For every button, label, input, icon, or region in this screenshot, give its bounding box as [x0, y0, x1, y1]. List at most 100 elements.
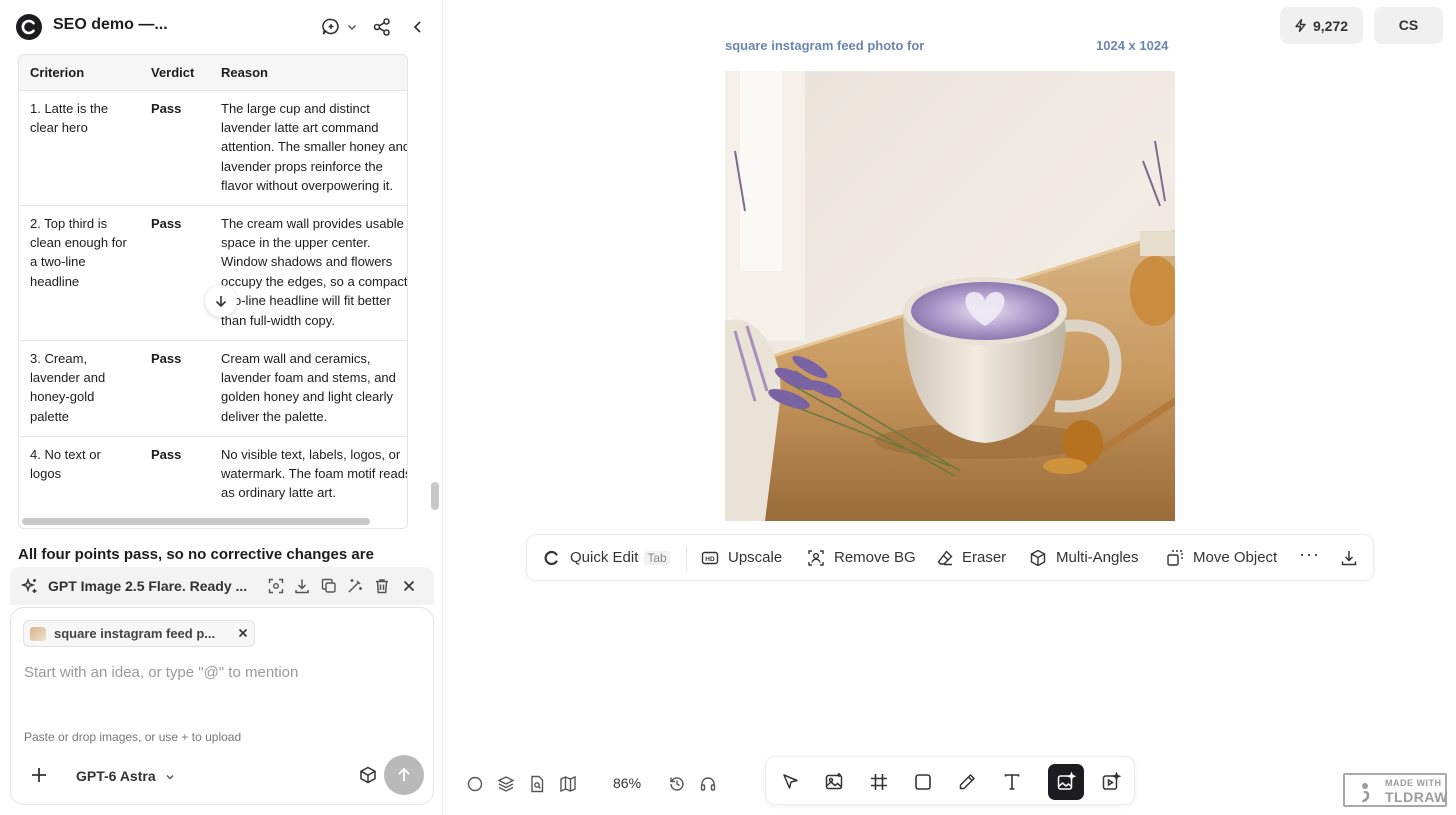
chevron-down-icon — [166, 775, 174, 780]
image-action-toolbar: Quick Edit Tab HD Upscale Remove BG Erase… — [526, 534, 1374, 581]
user-avatar[interactable]: CS — [1374, 7, 1443, 44]
verdict-cell: Pass — [140, 204, 210, 340]
cube-icon[interactable] — [358, 765, 378, 785]
attached-image-label: square instagram feed p... — [54, 626, 216, 641]
summary-text: All four points pass, so no corrective c… — [18, 546, 374, 563]
table-horizontal-scrollbar[interactable] — [22, 518, 370, 525]
toolbar-divider — [686, 546, 687, 571]
chat-header: SEO demo —... — [0, 0, 443, 54]
reason-cell: Cream wall and ceramics, lavender foam a… — [210, 339, 407, 436]
tab-shortcut-badge: Tab — [644, 551, 670, 565]
send-button[interactable] — [384, 755, 424, 795]
tldraw-logo-icon — [1353, 778, 1377, 804]
lightning-icon — [1295, 18, 1306, 33]
new-chat-icon[interactable] — [320, 16, 342, 38]
share-icon[interactable] — [371, 16, 393, 38]
generated-image[interactable] — [725, 71, 1175, 521]
tldraw-text: TLDRAW — [1385, 789, 1448, 805]
pencil-tool-icon[interactable] — [951, 766, 983, 798]
focus-image-icon[interactable] — [267, 577, 285, 595]
reason-cell: The large cup and distinct lavender latt… — [210, 89, 407, 205]
image-upload-tool-icon[interactable] — [818, 766, 850, 798]
prompt-input[interactable]: Start with an idea, or type "@" to menti… — [24, 664, 298, 681]
remove-background-icon — [807, 549, 825, 567]
verdict-cell: Pass — [140, 89, 210, 205]
select-tool-icon[interactable] — [774, 766, 806, 798]
upscale-button[interactable]: Upscale — [728, 549, 782, 566]
criterion-cell: 3. Cream, lavender and honey-gold palett… — [19, 339, 140, 436]
map-icon[interactable] — [559, 775, 577, 793]
reason-cell: No visible text, labels, logos, or water… — [210, 435, 407, 516]
multi-angles-icon — [1029, 549, 1047, 567]
verdict-cell: Pass — [140, 339, 210, 436]
download-icon[interactable] — [293, 577, 311, 595]
quick-edit-button[interactable]: Quick Edit Tab — [570, 549, 670, 566]
close-icon[interactable] — [400, 577, 418, 595]
ai-video-tool-icon[interactable] — [1095, 766, 1127, 798]
project-title[interactable]: SEO demo —... — [53, 16, 168, 34]
remove-attachment-icon[interactable] — [236, 626, 250, 640]
magic-wand-icon[interactable] — [346, 577, 364, 595]
prompt-composer[interactable]: square instagram feed p... Start with an… — [10, 607, 434, 805]
chevron-down-icon[interactable] — [345, 16, 359, 38]
model-selector[interactable]: GPT-6 Astra — [76, 768, 176, 784]
image-title[interactable]: square instagram feed photo for — [725, 38, 924, 53]
chat-vertical-scrollbar[interactable] — [431, 482, 439, 510]
layers-icon[interactable] — [497, 775, 515, 793]
column-header: Criterion — [19, 55, 140, 90]
made-with-tldraw-badge[interactable]: MADE WITH TLDRAW — [1343, 773, 1447, 807]
made-with-text: MADE WITH — [1385, 778, 1442, 788]
arrow-up-icon — [398, 767, 410, 781]
column-header: Verdict — [140, 55, 210, 90]
attached-image-thumbnail — [30, 627, 46, 641]
credits-count: 9,272 — [1313, 18, 1349, 34]
rectangle-tool-icon[interactable] — [907, 766, 939, 798]
frame-tool-icon[interactable] — [863, 766, 895, 798]
quick-edit-icon — [543, 549, 561, 567]
collapse-panel-icon[interactable] — [407, 16, 429, 38]
generation-status-bar: GPT Image 2.5 Flare. Ready ... — [10, 567, 434, 605]
chat-panel: SEO demo —... Criterion Verdict Reason 1… — [0, 0, 443, 815]
table-row: 4. No text or logos Pass No visible text… — [19, 435, 407, 516]
criterion-cell: 1. Latte is the clear hero — [19, 89, 140, 205]
generation-label: GPT Image 2.5 Flare. Ready ... — [48, 578, 248, 594]
credits-badge[interactable]: 9,272 — [1280, 7, 1363, 44]
history-icon[interactable] — [668, 775, 686, 793]
multi-angles-button[interactable]: Multi-Angles — [1056, 549, 1139, 566]
move-object-icon — [1166, 549, 1184, 567]
table-header-row: Criterion Verdict Reason — [19, 55, 407, 90]
zoom-level[interactable]: 86% — [613, 775, 641, 791]
criterion-cell: 4. No text or logos — [19, 435, 140, 516]
headset-icon[interactable] — [699, 775, 717, 793]
image-dimensions: 1024 x 1024 — [1096, 38, 1169, 53]
page-search-icon[interactable] — [528, 775, 546, 793]
table-row: 2. Top third is clean enough for a two-l… — [19, 204, 407, 340]
more-options-button[interactable]: ··· — [1299, 544, 1320, 565]
svg-text:HD: HD — [705, 556, 715, 563]
criterion-cell: 2. Top third is clean enough for a two-l… — [19, 204, 140, 340]
sparkle-icon — [21, 577, 39, 595]
scroll-to-bottom-button[interactable] — [205, 285, 237, 317]
model-name: GPT-6 Astra — [76, 768, 156, 784]
hd-icon: HD — [701, 549, 719, 567]
remove-bg-button[interactable]: Remove BG — [834, 549, 916, 566]
attached-image-chip[interactable]: square instagram feed p... — [23, 620, 255, 647]
download-icon[interactable] — [1340, 549, 1358, 567]
eraser-button[interactable]: Eraser — [962, 549, 1006, 566]
circle-icon[interactable] — [466, 775, 484, 793]
upload-hint: Paste or drop images, or use + to upload — [24, 730, 242, 744]
text-tool-icon[interactable] — [996, 766, 1028, 798]
table-row: 1. Latte is the clear hero Pass The larg… — [19, 89, 407, 205]
copy-icon[interactable] — [320, 577, 338, 595]
quick-edit-label: Quick Edit — [570, 549, 639, 566]
verdict-cell: Pass — [140, 435, 210, 516]
trash-icon[interactable] — [373, 577, 391, 595]
table-row: 3. Cream, lavender and honey-gold palett… — [19, 339, 407, 436]
ai-image-tool-icon[interactable] — [1048, 764, 1084, 800]
column-header: Reason — [210, 55, 407, 90]
eraser-icon — [936, 549, 954, 567]
reason-cell: The cream wall provides usable space in … — [210, 204, 407, 340]
app-logo-icon[interactable] — [16, 14, 42, 40]
move-object-button[interactable]: Move Object — [1193, 549, 1277, 566]
add-attachment-icon[interactable] — [29, 763, 49, 787]
